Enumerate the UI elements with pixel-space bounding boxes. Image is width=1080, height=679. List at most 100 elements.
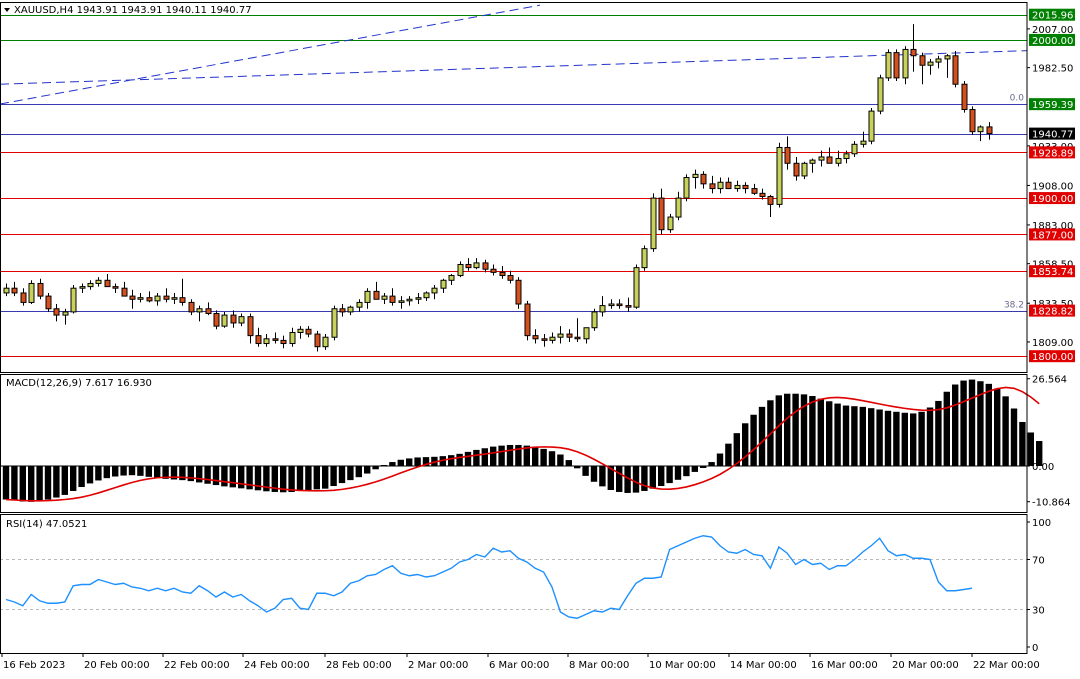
- candle-body: [801, 162, 808, 177]
- candle-body: [927, 61, 934, 66]
- macd-bar: [145, 466, 152, 477]
- candle-body: [364, 290, 371, 303]
- candle-body: [95, 279, 102, 284]
- macd-bar: [859, 406, 866, 466]
- candle-body: [289, 331, 296, 345]
- candle-body: [675, 197, 682, 218]
- candle-body: [835, 158, 842, 164]
- candle-body: [112, 286, 119, 289]
- macd-bar: [590, 466, 598, 482]
- rsi-tick-label: 30: [1032, 606, 1045, 617]
- candle-body: [473, 262, 480, 269]
- candle-body: [331, 308, 338, 338]
- macd-bar: [389, 462, 396, 466]
- candle: [952, 51, 959, 88]
- candle-body: [104, 279, 111, 288]
- rsi-header: RSI(14) 47.0521: [6, 519, 87, 530]
- time-tick-label: 2 Mar 00:00: [408, 660, 468, 671]
- price-tag-1828.82: 1828.82: [1029, 304, 1075, 318]
- price-tag-1940.77: 1940.77: [1029, 127, 1075, 141]
- candle-body: [272, 338, 279, 341]
- candle-body: [583, 327, 590, 340]
- price-tag-1928.89: 1928.89: [1029, 146, 1075, 159]
- macd-bar: [406, 458, 413, 466]
- time-tick-label: 16 Feb 2023: [3, 660, 65, 671]
- macd-bar: [490, 446, 497, 466]
- macd-bar: [574, 466, 581, 469]
- candle-body: [205, 308, 212, 314]
- macd-tick-label: 26.564: [1032, 375, 1067, 386]
- macd-bar: [968, 379, 976, 466]
- candle: [893, 49, 900, 82]
- rsi-tick-label: 100: [1032, 518, 1051, 529]
- candle-body: [188, 301, 195, 313]
- price-tag-text: 1800.00: [1032, 352, 1073, 363]
- price-tag-1959.39: 1959.39: [1029, 98, 1075, 111]
- time-tick-label: 20 Mar 00:00: [892, 660, 959, 671]
- macd-bar: [86, 466, 94, 484]
- time-tick-label: 16 Mar 00:00: [811, 660, 878, 671]
- fib-level-label: 0.0: [1010, 94, 1025, 104]
- macd-bar: [700, 466, 707, 468]
- candle: [667, 213, 674, 233]
- time-tick-label: 28 Feb 00:00: [326, 660, 392, 671]
- candle-body: [532, 335, 539, 340]
- macd-bar: [884, 410, 892, 466]
- macd-bar: [775, 395, 782, 466]
- macd-bar: [901, 412, 908, 466]
- macd-bar: [1002, 396, 1009, 466]
- candle-body: [541, 338, 548, 341]
- candle-body: [692, 173, 699, 179]
- candle-body: [625, 305, 632, 308]
- macd-bar: [960, 380, 967, 466]
- candle-body: [549, 336, 556, 341]
- candle-body: [423, 292, 430, 299]
- macd-bar: [112, 466, 119, 477]
- macd-bar: [817, 398, 824, 466]
- chart-root: 0.038.22007.001982.501933.001908.001883.…: [0, 0, 1080, 675]
- candle-body: [213, 312, 220, 327]
- macd-bar: [364, 466, 371, 474]
- macd-bar: [565, 460, 572, 466]
- candle-body: [658, 197, 665, 231]
- rsi-tick-label: 0: [1032, 643, 1038, 654]
- price-tag-text: 1900.00: [1032, 194, 1073, 205]
- candle-body: [415, 297, 422, 300]
- price-tag-1877.00: 1877.00: [1029, 228, 1075, 241]
- macd-bar: [506, 444, 514, 466]
- macd-bar: [128, 466, 136, 476]
- chart-background: [0, 0, 1080, 675]
- candle-body: [179, 297, 186, 303]
- candle-body: [893, 52, 900, 79]
- macd-bar: [842, 405, 850, 466]
- candle: [633, 264, 640, 309]
- candle-body: [389, 295, 396, 303]
- macd-bar: [61, 466, 68, 495]
- macd-bar: [154, 466, 161, 478]
- macd-bar: [305, 466, 312, 490]
- macd-bar: [11, 466, 18, 501]
- macd-bar: [683, 466, 690, 477]
- macd-bar: [548, 451, 556, 466]
- candle-body: [709, 183, 716, 190]
- macd-bar: [851, 406, 858, 466]
- candle-body: [566, 333, 573, 338]
- price-tag-text: 2015.96: [1032, 11, 1073, 22]
- candle-body: [599, 305, 606, 313]
- macd-bar: [19, 466, 26, 502]
- macd-bar: [834, 403, 841, 466]
- price-tag-text: 1828.82: [1032, 307, 1073, 318]
- candle-body: [507, 275, 514, 281]
- candle-body: [490, 268, 497, 273]
- candle-body: [944, 55, 951, 60]
- macd-tick-label: -10.864: [1032, 498, 1071, 509]
- macd-bar: [355, 466, 362, 478]
- rsi-tick-label: 70: [1032, 556, 1045, 567]
- time-tick-label: 22 Feb 00:00: [164, 660, 230, 671]
- candle-body: [322, 336, 329, 348]
- candle-body: [784, 146, 791, 164]
- candle-body: [902, 48, 909, 79]
- macd-bar: [641, 466, 648, 491]
- price-tag-text: 2000.00: [1032, 36, 1073, 47]
- macd-bar: [196, 466, 203, 483]
